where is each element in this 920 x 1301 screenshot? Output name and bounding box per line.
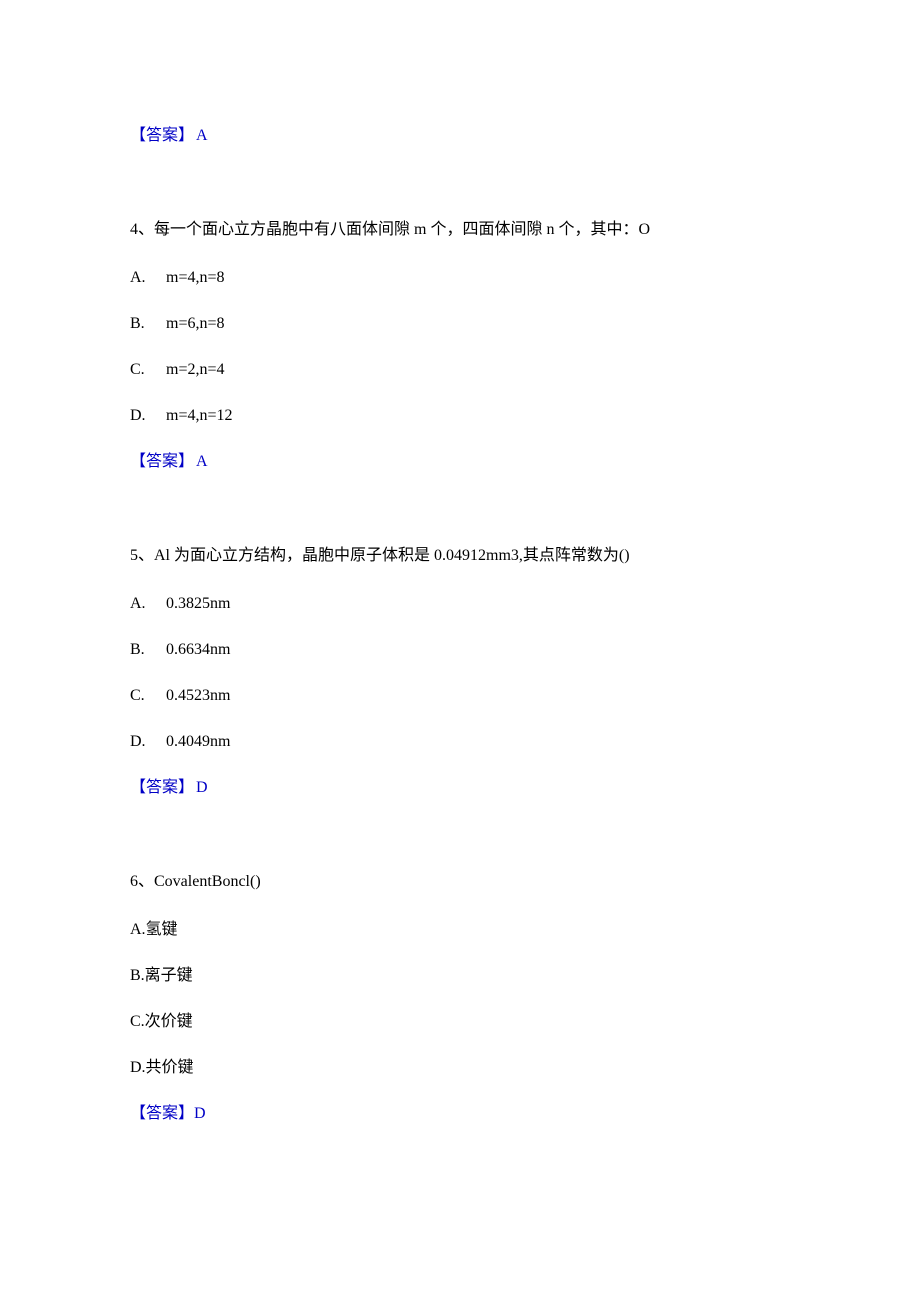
option-text: m=2,n=4	[166, 358, 225, 382]
option-text: B.离子键	[130, 967, 193, 984]
option-text: 0.4049nm	[166, 730, 230, 754]
q5-answer-line: 【答案】D	[130, 776, 790, 800]
answer-letter: A	[196, 453, 208, 470]
q5-option-a: A. 0.3825nm	[130, 592, 790, 616]
q5-option-c: C. 0.4523nm	[130, 684, 790, 708]
q6-option-b: B.离子键	[130, 964, 790, 988]
answer-letter: A	[196, 127, 208, 144]
q5-option-b: B. 0.6634nm	[130, 638, 790, 662]
answer-label: 【答案】	[130, 453, 194, 470]
q4-stem: 4、每一个面心立方晶胞中有八面体间隙 m 个，四面体间隙 n 个，其中：O	[130, 218, 790, 242]
option-letter: B.	[130, 638, 166, 662]
option-letter: D.	[130, 730, 166, 754]
option-text: m=4,n=8	[166, 266, 225, 290]
answer-letter: D	[196, 779, 208, 796]
option-text: 0.3825nm	[166, 592, 230, 616]
option-letter: A.	[130, 592, 166, 616]
q4-option-c: C. m=2,n=4	[130, 358, 790, 382]
q5-stem: 5、Al 为面心立方结构，晶胞中原子体积是 0.04912mm3,其点阵常数为(…	[130, 544, 790, 568]
q6-stem: 6、CovalentBoncl()	[130, 870, 790, 894]
q4-answer-line: 【答案】A	[130, 450, 790, 474]
answer-label: 【答案】	[130, 779, 194, 796]
q4-option-a: A. m=4,n=8	[130, 266, 790, 290]
q3-answer-line: 【答案】A	[130, 124, 790, 148]
answer-label: 【答案】	[130, 127, 194, 144]
option-text: m=4,n=12	[166, 404, 233, 428]
answer-letter: D	[194, 1105, 206, 1122]
q4-option-d: D. m=4,n=12	[130, 404, 790, 428]
q6-option-d: D.共价键	[130, 1056, 790, 1080]
q5-option-d: D. 0.4049nm	[130, 730, 790, 754]
option-letter: C.	[130, 684, 166, 708]
option-text: D.共价键	[130, 1059, 194, 1076]
option-text: 0.4523nm	[166, 684, 230, 708]
q4-option-b: B. m=6,n=8	[130, 312, 790, 336]
option-text: A.氢键	[130, 921, 178, 938]
option-text: 0.6634nm	[166, 638, 230, 662]
q6-answer-line: 【答案】D	[130, 1102, 790, 1126]
option-letter: B.	[130, 312, 166, 336]
q6-option-a: A.氢键	[130, 918, 790, 942]
q6-option-c: C.次价键	[130, 1010, 790, 1034]
document-page: 【答案】A 4、每一个面心立方晶胞中有八面体间隙 m 个，四面体间隙 n 个，其…	[0, 0, 920, 1206]
option-text: C.次价键	[130, 1013, 193, 1030]
option-letter: C.	[130, 358, 166, 382]
option-letter: D.	[130, 404, 166, 428]
answer-label: 【答案】	[130, 1105, 194, 1122]
option-text: m=6,n=8	[166, 312, 225, 336]
option-letter: A.	[130, 266, 166, 290]
